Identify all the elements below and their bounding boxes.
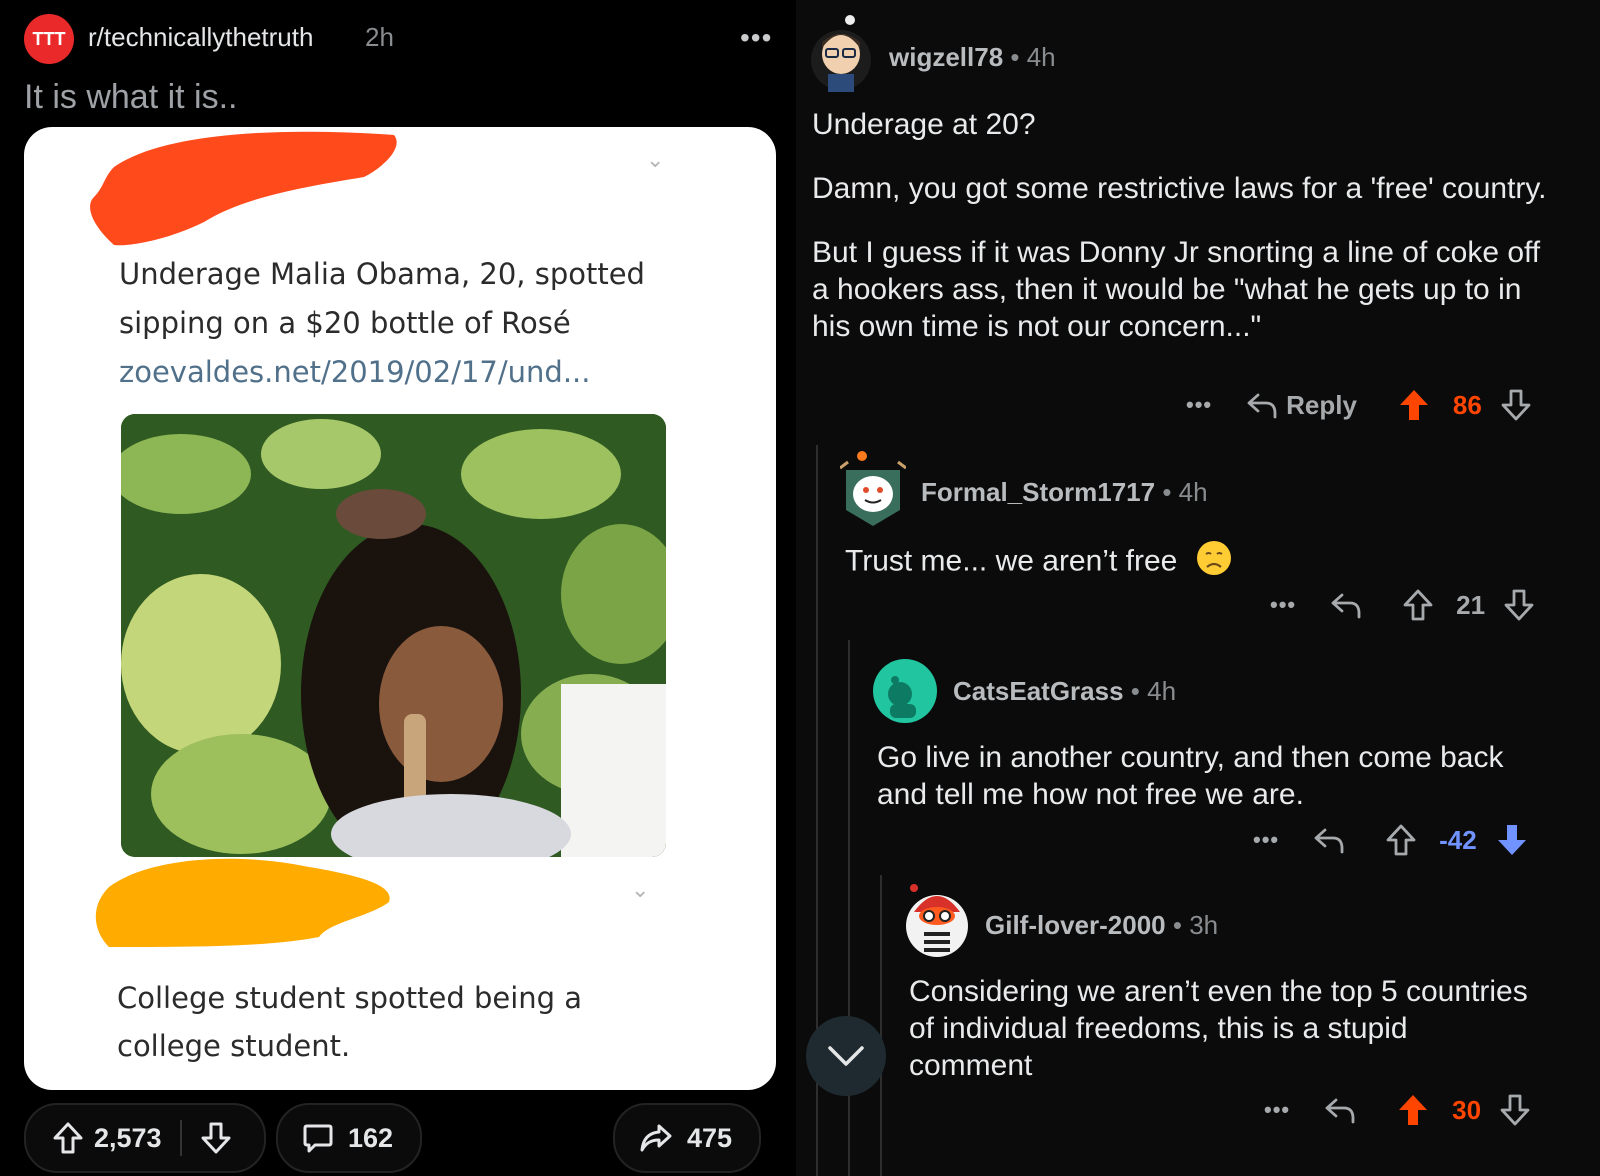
upvote-icon[interactable] — [1385, 823, 1417, 857]
post-panel: TTT r/technicallythetruth 2h ••• It is w… — [0, 0, 790, 1176]
comment-actions: ••• 21 — [1270, 588, 1535, 622]
more-icon[interactable]: ••• — [1186, 392, 1212, 418]
subreddit-avatar[interactable]: TTT — [24, 14, 74, 64]
avatar[interactable] — [872, 658, 938, 724]
reply-icon[interactable] — [1313, 826, 1345, 854]
share-button[interactable]: 475 — [613, 1103, 761, 1173]
jump-next-button[interactable] — [806, 1016, 886, 1096]
redaction-mark — [95, 858, 390, 947]
comment-paragraph: Damn, you got some restrictive laws for … — [812, 172, 1547, 205]
share-count: 475 — [687, 1122, 733, 1153]
comment-author: CatsEatGrass • 4h — [953, 676, 1177, 706]
comment-body: Underage at 20? Damn, you got some restr… — [812, 106, 1552, 345]
reply-icon[interactable] — [1246, 391, 1278, 419]
upvote-icon[interactable] — [52, 1121, 84, 1155]
chevron-down-icon[interactable]: ⌄ — [631, 877, 649, 903]
more-icon[interactable]: ••• — [740, 22, 772, 54]
comment-paragraph: But I guess if it was Donny Jr snorting … — [812, 236, 1541, 343]
post-age: 2h — [365, 22, 394, 52]
subreddit-name[interactable]: r/technicallythetruth — [88, 22, 313, 53]
reply-icon[interactable] — [1324, 1096, 1356, 1124]
downvote-icon[interactable] — [1500, 388, 1532, 422]
comment-actions: ••• 30 — [1264, 1093, 1531, 1127]
thread-line[interactable] — [880, 875, 882, 1176]
comment-paragraph: Underage at 20? — [812, 108, 1036, 141]
reply-button[interactable]: Reply — [1286, 390, 1357, 421]
tweet-text-line: College student spotted being a — [117, 981, 583, 1015]
upvote-icon[interactable] — [1397, 388, 1431, 422]
avatar[interactable] — [840, 448, 906, 528]
disappointed-emoji-icon — [1196, 540, 1232, 585]
more-icon[interactable]: ••• — [1253, 827, 1279, 853]
avatar[interactable] — [808, 14, 874, 92]
comment-body: Go live in another country, and then com… — [877, 741, 1504, 811]
vote-pill: 2,573 — [24, 1103, 266, 1173]
comment-author: Gilf-lover-2000 • 3h — [985, 910, 1219, 940]
chevron-down-icon — [828, 1046, 864, 1066]
downvote-icon[interactable] — [1503, 588, 1535, 622]
chevron-down-icon[interactable]: ⌄ — [646, 147, 664, 173]
tweet-text-line: Underage Malia Obama, 20, spotted — [119, 257, 645, 291]
tweet-photo[interactable] — [121, 414, 666, 857]
downvote-icon[interactable] — [1495, 823, 1529, 857]
comment-author: wigzell78 • 4h — [889, 42, 1056, 72]
comments-button[interactable]: 162 — [276, 1103, 422, 1173]
comment-body: Trust me... we aren’t free — [845, 540, 1565, 585]
more-icon[interactable]: ••• — [1264, 1097, 1290, 1123]
comment-icon — [303, 1124, 333, 1153]
comment-score: 21 — [1456, 589, 1486, 620]
comment-actions: ••• Reply 86 — [1186, 388, 1532, 422]
post-title: It is what it is.. — [24, 78, 238, 116]
avatar[interactable] — [904, 882, 970, 958]
post-image-card[interactable]: ⌄ Underage Malia Obama, 20, spotted sipp… — [24, 127, 776, 1090]
upvote-count: 2,573 — [94, 1122, 162, 1153]
share-icon — [640, 1124, 672, 1152]
downvote-icon[interactable] — [1499, 1093, 1531, 1127]
comment-score: 86 — [1452, 389, 1482, 420]
upvote-icon[interactable] — [1396, 1093, 1430, 1127]
comment-count: 162 — [348, 1122, 394, 1153]
tweet-text-line: sipping on a $20 bottle of Rosé — [119, 306, 571, 340]
comments-panel: wigzell78 • 4h Underage at 20? Damn, you… — [796, 0, 1600, 1176]
comment-score: 30 — [1452, 1094, 1482, 1125]
comment-text: Trust me... we aren’t free — [845, 544, 1178, 578]
reply-icon[interactable] — [1330, 591, 1362, 619]
comment-actions: ••• -42 — [1253, 823, 1529, 857]
comment-author: Formal_Storm1717 • 4h — [921, 477, 1208, 507]
tweet-text-line: college student. — [117, 1029, 351, 1063]
redaction-mark — [90, 131, 397, 246]
more-icon[interactable]: ••• — [1270, 592, 1296, 618]
comment-body: Considering we aren’t even the top 5 cou… — [909, 975, 1528, 1082]
upvote-icon[interactable] — [1402, 588, 1434, 622]
tweet-link[interactable]: zoevaldes.net/2019/02/17/und... — [119, 355, 590, 389]
comment-score: -42 — [1439, 824, 1477, 855]
downvote-icon[interactable] — [200, 1121, 232, 1155]
